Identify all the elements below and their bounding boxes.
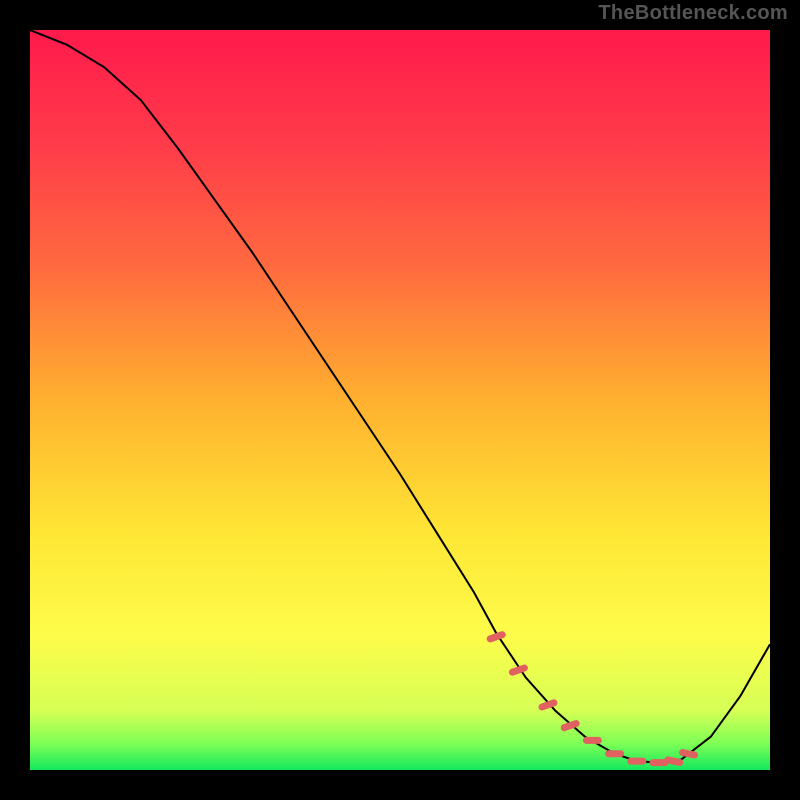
optimal-marker [490, 635, 502, 639]
optimal-marker [512, 668, 524, 672]
gradient-background [30, 30, 770, 770]
chart-frame: TheBottleneck.com [0, 0, 800, 800]
optimal-marker [542, 703, 554, 707]
bottleneck-chart [30, 30, 770, 770]
watermark-label: TheBottleneck.com [598, 2, 788, 25]
optimal-marker [683, 753, 695, 756]
optimal-marker [668, 760, 680, 763]
plot-area [30, 30, 770, 770]
optimal-marker [564, 724, 576, 728]
